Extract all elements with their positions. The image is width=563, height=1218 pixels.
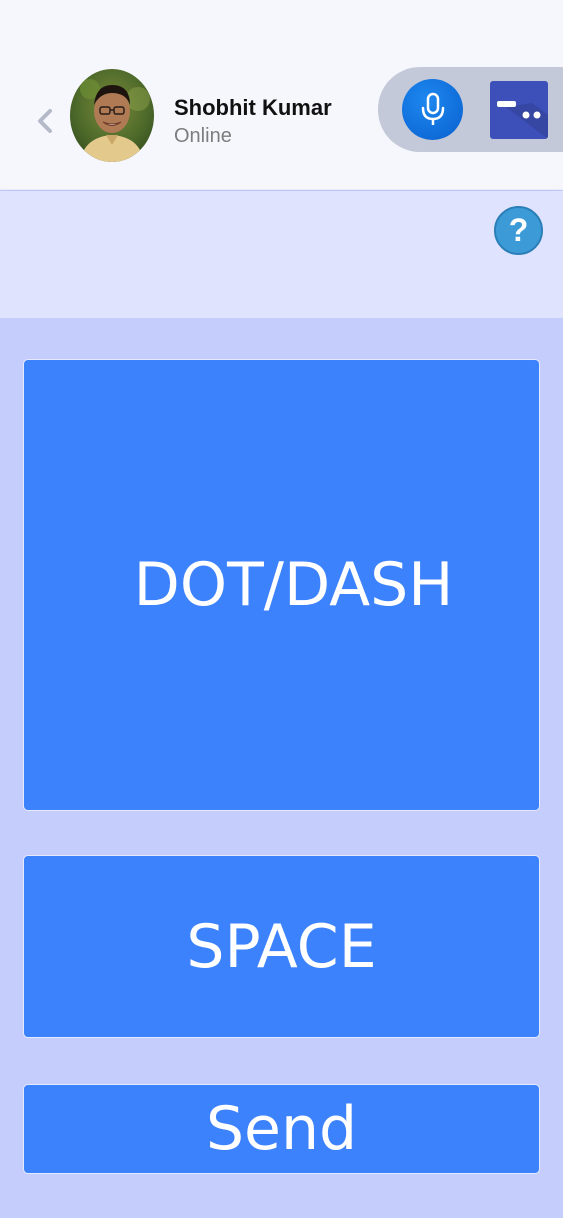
help-bar bbox=[0, 191, 563, 318]
microphone-icon bbox=[421, 92, 444, 125]
avatar[interactable] bbox=[70, 69, 154, 162]
chevron-left-icon bbox=[38, 109, 52, 133]
contact-name: Shobhit Kumar bbox=[174, 95, 332, 120]
morse-code-icon bbox=[497, 101, 548, 139]
morse-mode-button[interactable] bbox=[490, 81, 548, 139]
space-button[interactable]: SPACE bbox=[23, 855, 540, 1038]
help-button[interactable]: ? bbox=[494, 206, 543, 255]
microphone-button[interactable] bbox=[402, 79, 463, 140]
chat-header: Shobhit Kumar Online bbox=[0, 0, 563, 190]
send-button[interactable]: Send bbox=[23, 1084, 540, 1174]
back-button[interactable] bbox=[30, 104, 60, 138]
contact-status: Online bbox=[174, 125, 232, 147]
dot-dash-button[interactable]: DOT/DASH bbox=[23, 359, 540, 811]
